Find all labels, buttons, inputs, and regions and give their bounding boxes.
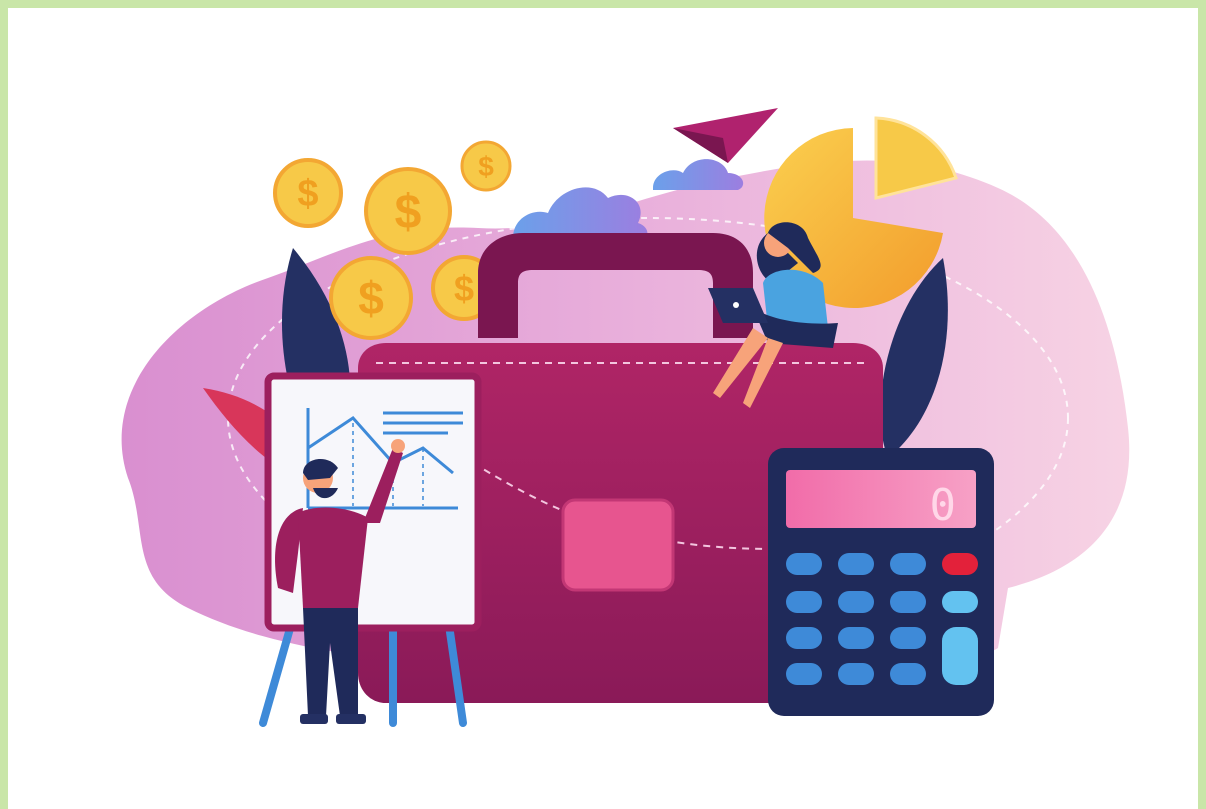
coin-4: $ xyxy=(329,256,413,340)
calculator: 0 xyxy=(768,448,994,716)
svg-text:$: $ xyxy=(358,272,384,324)
calculator-display-value: 0 xyxy=(930,480,957,531)
svg-text:$: $ xyxy=(454,268,474,309)
coin-1: $ xyxy=(273,158,343,228)
svg-text:$: $ xyxy=(478,151,494,182)
cloud-small xyxy=(653,159,744,190)
paper-plane-icon xyxy=(673,108,778,163)
svg-text:$: $ xyxy=(395,186,422,239)
svg-text:$: $ xyxy=(297,173,318,215)
coin-3: $ xyxy=(460,140,512,192)
illustration-frame: $ $ $ $ $ 0 xyxy=(8,8,1198,809)
coin-2: $ xyxy=(364,167,452,255)
briefcase-clasp xyxy=(561,498,675,592)
finance-illustration: $ $ $ $ $ 0 xyxy=(121,108,1130,727)
